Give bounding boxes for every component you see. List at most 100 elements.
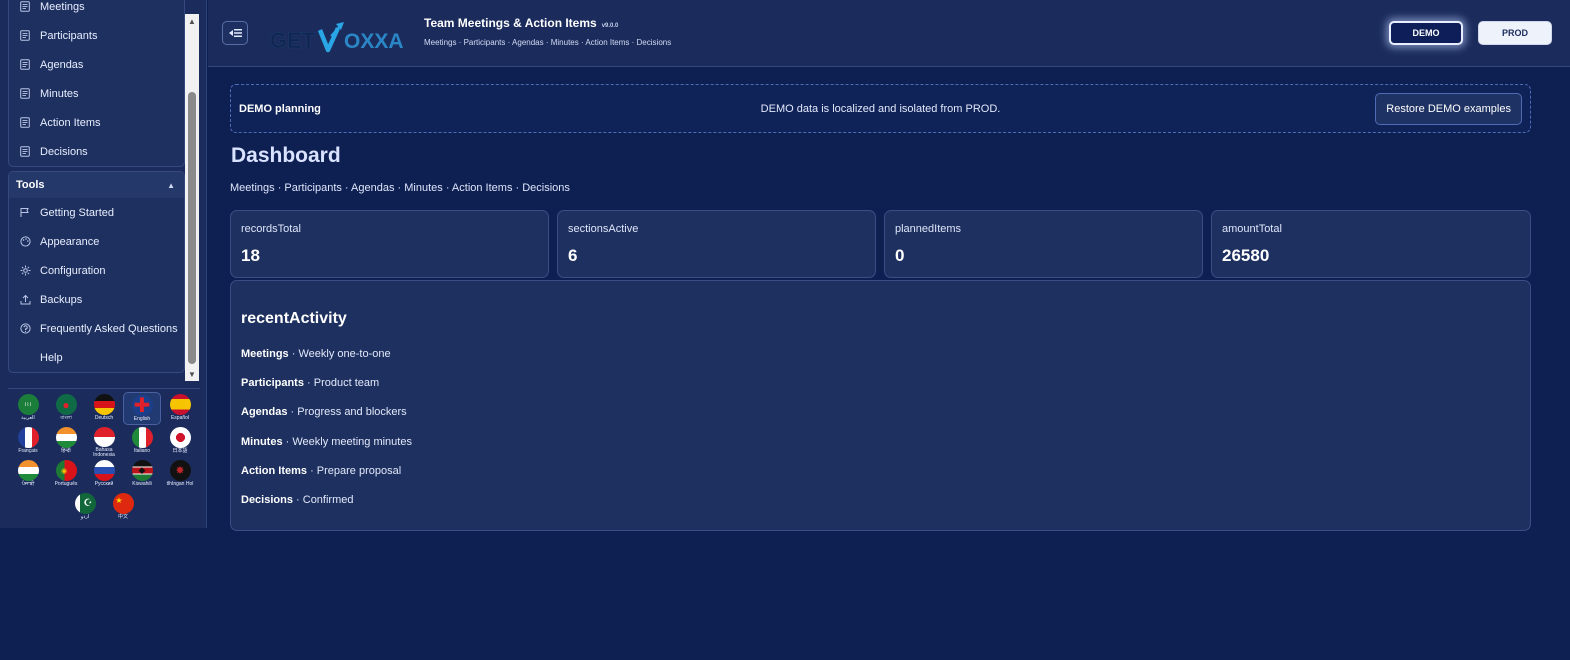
stat-label: amountTotal — [1222, 223, 1282, 235]
saudi-flag-icon: ⌇⌇⌇ — [17, 394, 39, 415]
language-option-uk[interactable]: ✚ English — [123, 392, 161, 425]
language-option-italy[interactable]: Italiano — [123, 425, 161, 458]
italy-flag-icon — [131, 427, 153, 448]
language-label: Deutsch — [94, 415, 114, 421]
sidebar-item-label: Configuration — [40, 264, 106, 277]
sidebar-item-getting-started[interactable]: Getting Started — [9, 198, 184, 227]
pakistan-flag-icon: ☪ — [74, 493, 96, 514]
sidebar-item-participants[interactable]: Participants — [9, 21, 184, 50]
collapse-sidebar-button[interactable] — [222, 21, 248, 45]
app-version: v9.0.0 — [601, 23, 619, 29]
activity-section: Action Items — [241, 464, 308, 477]
language-label: Italiano — [133, 448, 151, 454]
language-label: বাংলা — [60, 415, 72, 421]
language-option-indonesia[interactable]: Bahasa Indonesia — [85, 425, 123, 458]
banner-message: DEMO data is localized and isolated from… — [760, 103, 1001, 115]
language-label: English — [133, 416, 151, 422]
stat-label: plannedItems — [895, 223, 962, 235]
spain-flag-icon — [169, 394, 191, 415]
language-option-klingon[interactable]: ✸ tlhIngan Hol — [161, 458, 199, 491]
sidebar-scrollbar[interactable]: ▲ ▼ — [185, 14, 199, 381]
sidebar-item-configuration[interactable]: Configuration — [9, 256, 184, 285]
stat-label: recordsTotal — [241, 223, 301, 235]
sidebar-item-label: Participants — [40, 29, 98, 42]
scroll-up-arrow-icon[interactable]: ▲ — [185, 14, 199, 28]
language-option-bangladesh[interactable]: ● বাংলা — [47, 392, 85, 425]
sidebar-item-backups[interactable]: Backups — [9, 285, 184, 314]
stat-card-amount-total: amountTotal 26580 — [1211, 210, 1531, 278]
tools-group-header[interactable]: Tools ▲ — [9, 172, 184, 198]
activity-detail: · Confirmed — [292, 494, 354, 506]
language-label: 日本語 — [172, 448, 188, 454]
language-option-japan[interactable]: 日本語 — [161, 425, 199, 458]
china-flag-icon: ★ — [112, 493, 134, 514]
sidebar-item-label: Frequently Asked Questions — [40, 322, 178, 335]
app-title-text: Team Meetings & Action Items — [424, 16, 597, 30]
sidebar-item-action-items[interactable]: Action Items — [9, 108, 184, 137]
demo-banner: DEMO planning DEMO data is localized and… — [230, 84, 1531, 133]
indonesia-flag-icon — [93, 427, 115, 447]
sidebar-item-label: Minutes — [40, 87, 79, 100]
klingon-flag-icon: ✸ — [169, 460, 191, 481]
activity-section: Agendas — [241, 406, 288, 419]
stat-value: 18 — [241, 246, 260, 265]
scroll-down-arrow-icon[interactable]: ▼ — [185, 367, 199, 381]
kenya-flag-icon: ◆ — [131, 460, 153, 481]
language-label: Bahasa Indonesia — [93, 447, 115, 458]
language-option-saudi[interactable]: ⌇⌇⌇ العربية — [9, 392, 47, 425]
sidebar-item-meetings[interactable]: Meetings — [9, 0, 184, 21]
uk-flag-icon: ✚ — [131, 395, 153, 416]
sidebar-item-label: Appearance — [40, 235, 100, 248]
activity-row: Minutes · Weekly meeting minutes — [241, 436, 412, 448]
language-label: 中文 — [117, 514, 128, 520]
document-icon — [19, 117, 31, 129]
language-option-china[interactable]: ★ 中文 — [104, 491, 142, 524]
activity-row: Meetings · Weekly one-to-one — [241, 348, 391, 360]
demo-env-button[interactable]: DEMO — [1389, 21, 1463, 45]
recent-activity-title: recentActivity — [241, 310, 347, 327]
language-option-france[interactable]: Français — [9, 425, 47, 458]
language-option-pakistan[interactable]: ☪ اردو — [66, 491, 104, 524]
language-label: Español — [170, 415, 190, 421]
sections-group: Meetings Participants Agendas Minutes Action… — [8, 0, 185, 167]
language-option-spain[interactable]: Español — [161, 392, 199, 425]
help-circle-icon — [19, 323, 31, 335]
language-label: Français — [18, 448, 38, 454]
stat-value: 6 — [568, 246, 578, 265]
tools-group: Tools ▲ Getting Started Appearance Configu… — [8, 171, 185, 373]
sidebar-item-decisions[interactable]: Decisions — [9, 137, 184, 166]
japan-flag-icon — [169, 427, 191, 448]
upload-icon — [19, 294, 31, 306]
bangladesh-flag-icon: ● — [55, 394, 77, 415]
sidebar-item-help[interactable]: Help — [9, 343, 184, 372]
language-label: ਪੰਜਾਬੀ — [21, 481, 35, 487]
app-title: Team Meetings & Action Items v9.0.0 — [424, 16, 618, 30]
sidebar-item-minutes[interactable]: Minutes — [9, 79, 184, 108]
sidebar-item-agendas[interactable]: Agendas — [9, 50, 184, 79]
sidebar-item-label: Decisions — [40, 145, 88, 158]
language-option-india[interactable]: हिन्दी — [47, 425, 85, 458]
sidebar-item-appearance[interactable]: Appearance — [9, 227, 184, 256]
sidebar-item-frequently-asked-questions[interactable]: Frequently Asked Questions — [9, 314, 184, 343]
language-option-india[interactable]: ਪੰਜਾਬੀ — [9, 458, 47, 491]
prod-env-button[interactable]: PROD — [1478, 21, 1552, 45]
activity-row: Agendas · Progress and blockers — [241, 406, 407, 418]
app-subtitle: Meetings · Participants · Agendas · Minu… — [424, 38, 672, 47]
restore-demo-button[interactable]: Restore DEMO examples — [1375, 93, 1522, 125]
breadcrumb: Meetings · Participants · Agendas · Minu… — [230, 182, 570, 194]
stat-value: 26580 — [1222, 246, 1270, 265]
language-option-germany[interactable]: Deutsch — [85, 392, 123, 425]
language-label: tlhIngan Hol — [166, 481, 194, 487]
activity-section: Minutes — [241, 435, 283, 448]
scrollbar-thumb[interactable] — [188, 92, 196, 364]
language-option-russia[interactable]: Русский — [85, 458, 123, 491]
activity-detail: · Progress and blockers — [287, 406, 407, 419]
getvoxxa-logo: GET OXXA — [270, 22, 404, 53]
flag-icon — [19, 207, 31, 219]
activity-detail: · Weekly one-to-one — [288, 348, 391, 360]
language-option-portugal[interactable]: ◉ Português — [47, 458, 85, 491]
language-label: हिन्दी — [61, 448, 71, 454]
language-option-kenya[interactable]: ◆ Kiswahili — [123, 458, 161, 491]
activity-detail: · Prepare proposal — [307, 464, 402, 477]
sidebar-item-label: Backups — [40, 293, 83, 306]
